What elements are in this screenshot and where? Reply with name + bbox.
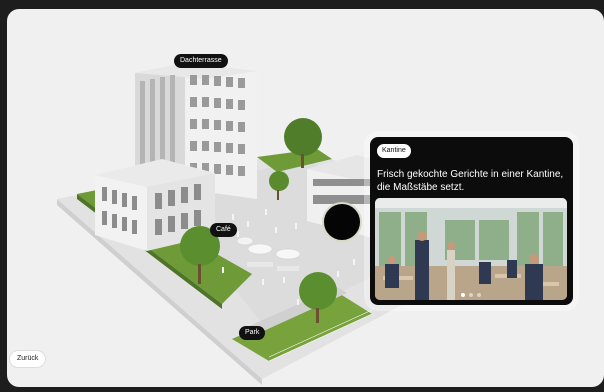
carousel-dots (461, 293, 481, 297)
card-description: Frisch gekochte Gerichte in einer Kantin… (377, 169, 564, 193)
carousel-dot-3[interactable] (477, 293, 481, 297)
card-badge: Kantine (377, 144, 411, 158)
label-rooftop[interactable]: Dachterrasse (174, 54, 228, 68)
carousel-dot-2[interactable] (469, 293, 473, 297)
label-park[interactable]: Park (239, 326, 266, 340)
canteen-photo (375, 198, 567, 300)
label-cafe[interactable]: Café (210, 223, 237, 237)
canteen-info-card: Kantine Frisch gekochte Gerichte in eine… (370, 137, 573, 305)
viewer-frame: Dachterrasse Café Park Kantine Frisch ge… (7, 9, 604, 387)
back-button[interactable]: Zurück (9, 350, 47, 368)
canteen-photo-illustration (375, 198, 567, 300)
canteen-hotspot-marker[interactable] (322, 202, 362, 242)
carousel-dot-1[interactable] (461, 293, 465, 297)
